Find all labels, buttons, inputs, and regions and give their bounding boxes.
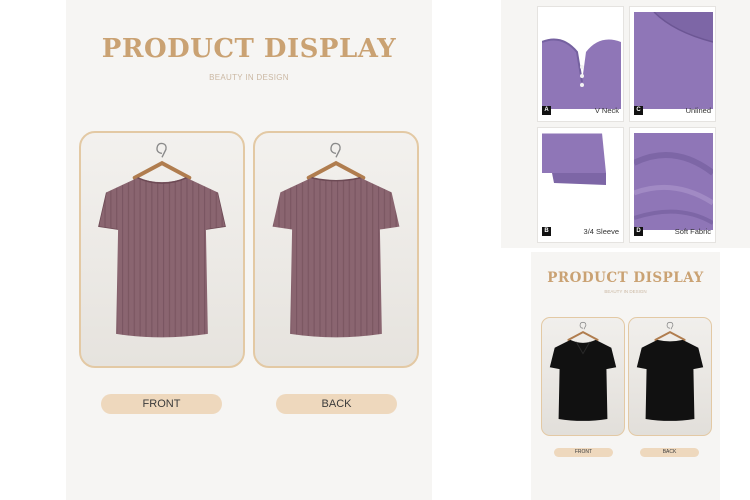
main-product-display-panel: PRODUCT DISPLAY BEAUTY IN DESIGN FRONT B…	[66, 0, 432, 500]
tile-caption: Soft Fabric	[674, 227, 711, 236]
soft-fabric-closeup-image	[634, 133, 713, 230]
small-back-view-card	[628, 317, 712, 436]
tile-caption: Unlined	[685, 106, 711, 115]
back-shirt-image	[272, 142, 400, 338]
back-label-pill: BACK	[276, 394, 397, 414]
back-view-card	[253, 131, 419, 368]
tile-badge: A	[542, 106, 551, 115]
small-subtitle: BEAUTY IN DESIGN	[604, 289, 647, 294]
tile-badge: D	[634, 227, 643, 236]
small-back-label-pill: BACK	[640, 448, 699, 457]
small-front-shirt-image	[549, 321, 617, 421]
detail-tile-unlined: C Unlined	[629, 6, 716, 122]
tile-caption: 3/4 Sleeve	[583, 227, 619, 236]
tile-badge: C	[634, 106, 643, 115]
v-neck-closeup-image	[542, 12, 621, 109]
detail-tile-soft-fabric: D Soft Fabric	[629, 127, 716, 243]
tile-badge: B	[542, 227, 551, 236]
front-shirt-image	[98, 142, 226, 338]
main-title: PRODUCT DISPLAY	[101, 34, 397, 64]
front-label-pill: FRONT	[101, 394, 222, 414]
small-title: PRODUCT DISPLAY	[547, 270, 704, 286]
detail-tile-sleeve: B 3/4 Sleeve	[537, 127, 624, 243]
small-product-display-panel: PRODUCT DISPLAY BEAUTY IN DESIGN FRONT B…	[531, 252, 720, 500]
sleeve-closeup-image	[542, 133, 621, 230]
small-back-shirt-image	[636, 321, 704, 421]
small-front-label-pill: FRONT	[554, 448, 613, 457]
small-front-view-card	[541, 317, 625, 436]
tile-caption: V Neck	[594, 106, 619, 115]
detail-tile-v-neck: A V Neck	[537, 6, 624, 122]
front-view-card	[79, 131, 245, 368]
unlined-closeup-image	[634, 12, 713, 109]
main-subtitle: BEAUTY IN DESIGN	[209, 73, 289, 82]
product-details-panel: A V Neck C Unlined B 3/4 Sleeve D Soft F…	[501, 0, 750, 248]
